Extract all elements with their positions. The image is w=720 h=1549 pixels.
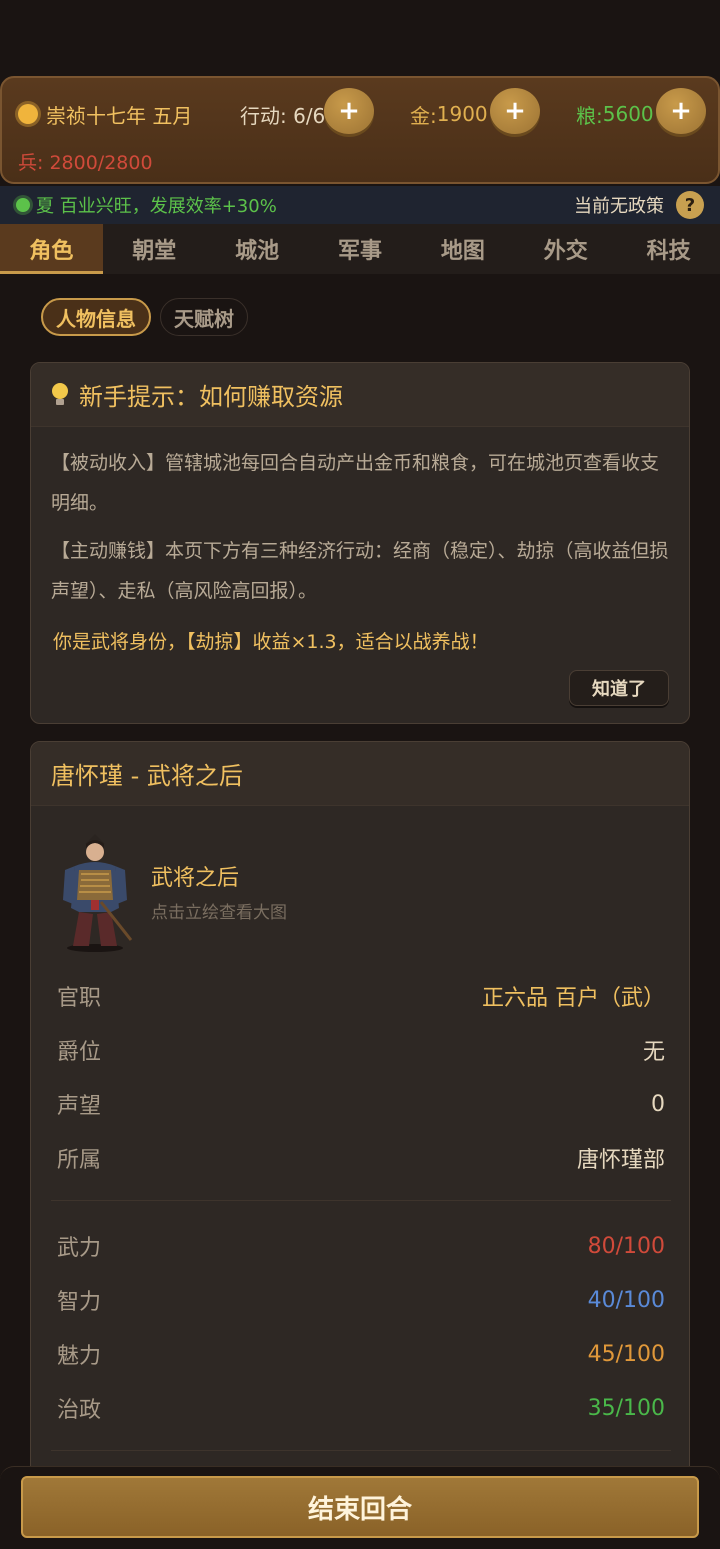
stat-row-force: 武力 80/100 (57, 1226, 665, 1266)
tab-diplomacy[interactable]: 外交 (514, 224, 617, 274)
grain-label: 粮: (576, 103, 603, 128)
tip-panel: 新手提示：如何赚取资源 【被动收入】管辖城池每回合自动产出金币和粮食，可在城池页… (30, 362, 690, 724)
stat-label: 智力 (57, 1290, 102, 1315)
tab-military[interactable]: 军事 (309, 224, 412, 274)
stat-label: 治政 (57, 1398, 102, 1423)
info-label: 爵位 (57, 1040, 102, 1065)
tip-active-income: 【主动赚钱】本页下方有三种经济行动：经商（稳定）、劫掠（高收益但损声望）、走私（… (51, 540, 669, 602)
stat-row-charisma: 魅力 45/100 (57, 1334, 665, 1374)
tip-role-bonus: 你是武将身份，【劫掠】收益×1.3，适合以战养战！ (53, 631, 489, 653)
got-it-button[interactable]: 知道了 (569, 670, 669, 706)
stat-value: 80/100 (587, 1233, 665, 1259)
info-label: 官职 (57, 986, 102, 1011)
info-value: 无 (642, 1040, 665, 1065)
season-bar: 夏 百业兴旺，发展效率+30% 当前无政策 ? (0, 186, 720, 224)
season-sun-icon (16, 198, 30, 212)
gold-label: 金: (410, 103, 437, 128)
portrait-hint: 点击立绘查看大图 (151, 903, 287, 923)
stat-row-intellect: 智力 40/100 (57, 1280, 665, 1320)
lightbulb-icon (51, 382, 69, 407)
character-panel: 唐怀瑾 - 武将之后 武将之后 点击立绘查看大图 官职 正六品 百户（武） 爵位… (30, 741, 690, 1481)
policy-status: 当前无政策 (574, 196, 664, 217)
actions-display: 行动: 6/6 (240, 92, 325, 136)
stat-value: 35/100 (587, 1395, 665, 1421)
stat-label: 魅力 (57, 1344, 102, 1369)
info-value: 0 (651, 1091, 665, 1117)
divider (51, 1450, 671, 1451)
info-row-office: 官职 正六品 百户（武） (57, 976, 665, 1016)
add-grain-button[interactable]: + (656, 88, 706, 134)
gold-display: 金: 1900 (410, 92, 488, 136)
info-row-prestige: 声望 0 (57, 1084, 665, 1124)
tip-title: 新手提示：如何赚取资源 (79, 383, 343, 411)
tip-header: 新手提示：如何赚取资源 (31, 363, 689, 427)
resource-bar: 崇祯十七年 五月 行动: 6/6 + 金: 1900 + 粮: 5600 + 兵… (0, 76, 720, 184)
tip-passive-income: 【被动收入】管辖城池每回合自动产出金币和粮食，可在城池页查看收支明细。 (51, 452, 660, 514)
divider (51, 1200, 671, 1201)
date-text: 崇祯十七年 五月 (46, 103, 193, 128)
info-value: 唐怀瑾部 (576, 1148, 665, 1173)
info-label: 声望 (57, 1094, 102, 1119)
help-icon[interactable]: ? (676, 191, 704, 219)
stat-label: 武力 (57, 1236, 102, 1261)
stat-value: 40/100 (587, 1287, 665, 1313)
grain-value: 5600 (602, 102, 654, 126)
tab-technology[interactable]: 科技 (617, 224, 720, 274)
date-display: 崇祯十七年 五月 (18, 92, 192, 136)
actions-text: 行动: 6/6 (240, 103, 326, 128)
stat-value: 45/100 (587, 1341, 665, 1367)
info-value: 正六品 百户（武） (482, 986, 665, 1011)
character-portrait[interactable] (55, 830, 135, 952)
character-header: 唐怀瑾 - 武将之后 (31, 742, 689, 806)
tab-court[interactable]: 朝堂 (103, 224, 206, 274)
subtab-character-info[interactable]: 人物信息 (41, 298, 151, 336)
tab-city[interactable]: 城池 (206, 224, 309, 274)
end-turn-button[interactable]: 结束回合 (21, 1476, 699, 1538)
sun-icon (18, 104, 38, 124)
info-row-title: 爵位 无 (57, 1030, 665, 1070)
tab-character[interactable]: 角色 (0, 224, 103, 274)
soldiers-display: 兵: 2800/2800 (18, 152, 153, 174)
character-title: 唐怀瑾 - 武将之后 (51, 762, 243, 790)
character-name: 武将之后 (151, 866, 240, 891)
add-actions-button[interactable]: + (324, 88, 374, 134)
add-gold-button[interactable]: + (490, 88, 540, 134)
info-label: 所属 (57, 1148, 102, 1173)
grain-display: 粮: 5600 (576, 92, 654, 136)
season-text: 夏 百业兴旺，发展效率+30% (36, 196, 277, 217)
tab-map[interactable]: 地图 (411, 224, 514, 274)
subtab-talent-tree[interactable]: 天赋树 (160, 298, 248, 336)
gold-value: 1900 (436, 102, 488, 126)
stat-row-governance: 治政 35/100 (57, 1388, 665, 1428)
info-row-affiliation: 所属 唐怀瑾部 (57, 1138, 665, 1178)
main-tabs: 角色 朝堂 城池 军事 地图 外交 科技 (0, 224, 720, 274)
